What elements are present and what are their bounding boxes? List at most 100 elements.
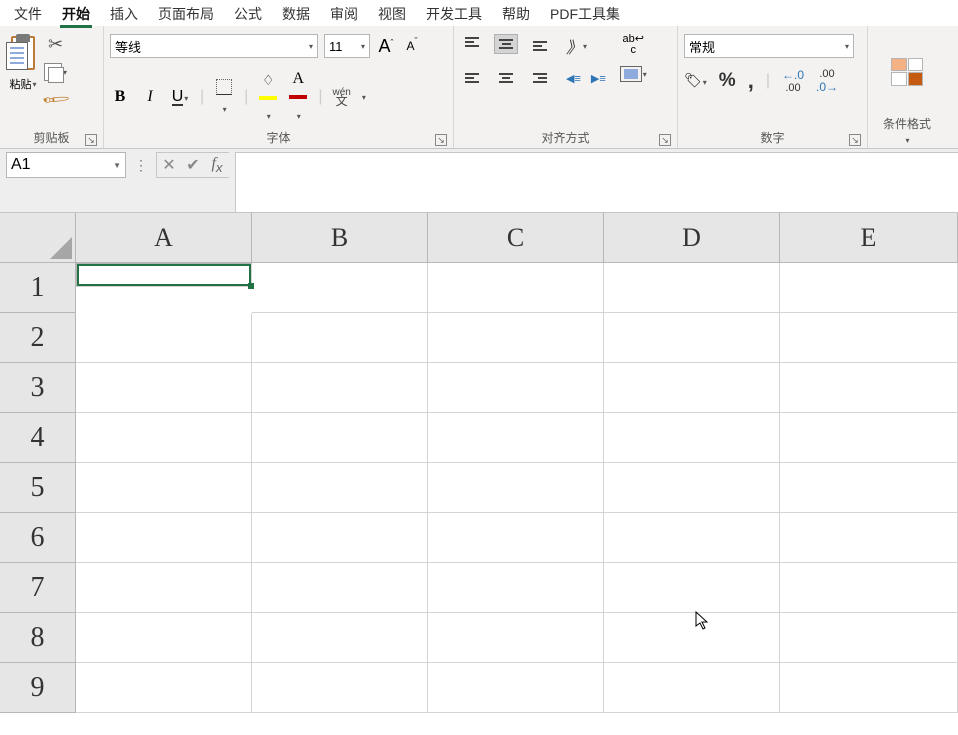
cell[interactable] <box>428 613 604 663</box>
cell[interactable] <box>76 413 252 463</box>
cell[interactable] <box>780 463 958 513</box>
menu-tab-4[interactable]: 公式 <box>224 0 272 27</box>
cell[interactable] <box>76 363 252 413</box>
dialog-launcher-icon[interactable]: ↘ <box>659 134 671 146</box>
cell[interactable] <box>604 563 780 613</box>
row-header[interactable]: 7 <box>0 563 76 613</box>
paste-button[interactable]: 粘贴 ▾ <box>6 34 40 92</box>
row-header[interactable]: 2 <box>0 313 76 363</box>
comma-style-button[interactable]: , <box>748 76 754 86</box>
cell[interactable] <box>76 513 252 563</box>
insert-function-button[interactable]: fx <box>205 155 229 175</box>
cell[interactable] <box>76 663 252 713</box>
italic-button[interactable]: I <box>140 88 160 106</box>
cell[interactable] <box>780 663 958 713</box>
cell[interactable] <box>428 463 604 513</box>
cell[interactable] <box>428 663 604 713</box>
decrease-decimal-button[interactable]: .00 .0→ <box>816 68 838 94</box>
menu-tab-9[interactable]: 帮助 <box>492 0 540 27</box>
decrease-font-button[interactable]: Aˇ <box>402 37 422 55</box>
menu-tab-0[interactable]: 文件 <box>4 0 52 27</box>
menu-tab-7[interactable]: 视图 <box>368 0 416 27</box>
font-color-button[interactable]: A▾ <box>288 70 308 124</box>
copy-button[interactable]: ▾ <box>44 63 67 81</box>
fill-color-button[interactable]: ♢▾ <box>258 72 278 123</box>
increase-font-button[interactable]: Aˆ <box>376 36 396 57</box>
cell[interactable] <box>780 563 958 613</box>
confirm-formula-button[interactable]: ✔ <box>181 155 205 175</box>
cell[interactable] <box>428 413 604 463</box>
format-painter-button[interactable]: 🖌 <box>40 84 71 115</box>
dialog-launcher-icon[interactable]: ↘ <box>849 134 861 146</box>
column-header[interactable]: A <box>76 213 252 263</box>
cell[interactable] <box>252 263 428 313</box>
formula-input[interactable] <box>235 152 958 212</box>
cell[interactable] <box>428 563 604 613</box>
cell[interactable] <box>428 263 604 313</box>
menu-tab-10[interactable]: PDF工具集 <box>540 0 630 27</box>
cell[interactable] <box>780 613 958 663</box>
column-header[interactable]: C <box>428 213 604 263</box>
cell[interactable] <box>252 513 428 563</box>
cell[interactable] <box>76 263 252 287</box>
cell[interactable] <box>76 463 252 513</box>
row-header[interactable]: 4 <box>0 413 76 463</box>
row-header[interactable]: 5 <box>0 463 76 513</box>
orientation-button[interactable]: 》 <box>566 34 582 58</box>
cell[interactable] <box>76 613 252 663</box>
percent-button[interactable]: % <box>719 70 736 92</box>
cell[interactable] <box>780 313 958 363</box>
merge-cells-button[interactable]: ▾ <box>620 66 647 82</box>
cancel-formula-button[interactable]: ✕ <box>157 155 181 175</box>
cut-button[interactable]: ✂ <box>48 34 63 55</box>
row-header[interactable]: 1 <box>0 263 76 313</box>
cell[interactable] <box>252 613 428 663</box>
cell[interactable] <box>780 263 958 313</box>
cell[interactable] <box>604 663 780 713</box>
align-top-button[interactable] <box>460 34 484 54</box>
phonetic-button[interactable]: wén 文 <box>332 88 350 106</box>
menu-tab-5[interactable]: 数据 <box>272 0 320 27</box>
bold-button[interactable]: B <box>110 88 130 106</box>
cell[interactable] <box>252 413 428 463</box>
cell[interactable] <box>428 513 604 563</box>
row-header[interactable]: 8 <box>0 613 76 663</box>
name-box[interactable]: A1 ▼ <box>6 152 126 178</box>
cell[interactable] <box>604 513 780 563</box>
cell[interactable] <box>604 463 780 513</box>
cell[interactable] <box>252 463 428 513</box>
align-left-button[interactable] <box>460 68 484 88</box>
menu-tab-3[interactable]: 页面布局 <box>148 0 224 27</box>
cell[interactable] <box>76 563 252 613</box>
cell[interactable] <box>780 363 958 413</box>
menu-tab-6[interactable]: 审阅 <box>320 0 368 27</box>
underline-button[interactable]: U▾ <box>170 88 190 106</box>
column-header[interactable]: B <box>252 213 428 263</box>
dialog-launcher-icon[interactable]: ↘ <box>85 134 97 146</box>
cell[interactable] <box>252 663 428 713</box>
dialog-launcher-icon[interactable]: ↘ <box>435 134 447 146</box>
cell[interactable] <box>780 513 958 563</box>
decrease-indent-button[interactable]: ◀≡ <box>566 72 581 85</box>
align-right-button[interactable] <box>528 68 552 88</box>
cell[interactable] <box>252 563 428 613</box>
row-header[interactable]: 9 <box>0 663 76 713</box>
column-header[interactable]: E <box>780 213 958 263</box>
cell[interactable] <box>604 613 780 663</box>
cell[interactable] <box>428 363 604 413</box>
wrap-text-button[interactable]: ab↩ c <box>623 34 644 56</box>
accounting-format-button[interactable]: 🏷▾ <box>684 72 707 90</box>
font-name-select[interactable]: 等线▾ <box>110 34 318 58</box>
increase-indent-button[interactable]: ▶≡ <box>591 72 606 85</box>
conditional-format-button[interactable] <box>891 58 923 86</box>
font-size-select[interactable]: 11▾ <box>324 34 370 58</box>
increase-decimal-button[interactable]: ←.0 .00 <box>782 68 804 94</box>
cell[interactable] <box>76 313 252 363</box>
cell[interactable] <box>252 363 428 413</box>
select-all-corner[interactable] <box>0 213 76 263</box>
cell[interactable] <box>780 413 958 463</box>
border-button[interactable]: ▾ <box>214 79 234 116</box>
align-bottom-button[interactable] <box>528 34 552 54</box>
cell[interactable] <box>252 313 428 363</box>
align-middle-button[interactable] <box>494 34 518 54</box>
